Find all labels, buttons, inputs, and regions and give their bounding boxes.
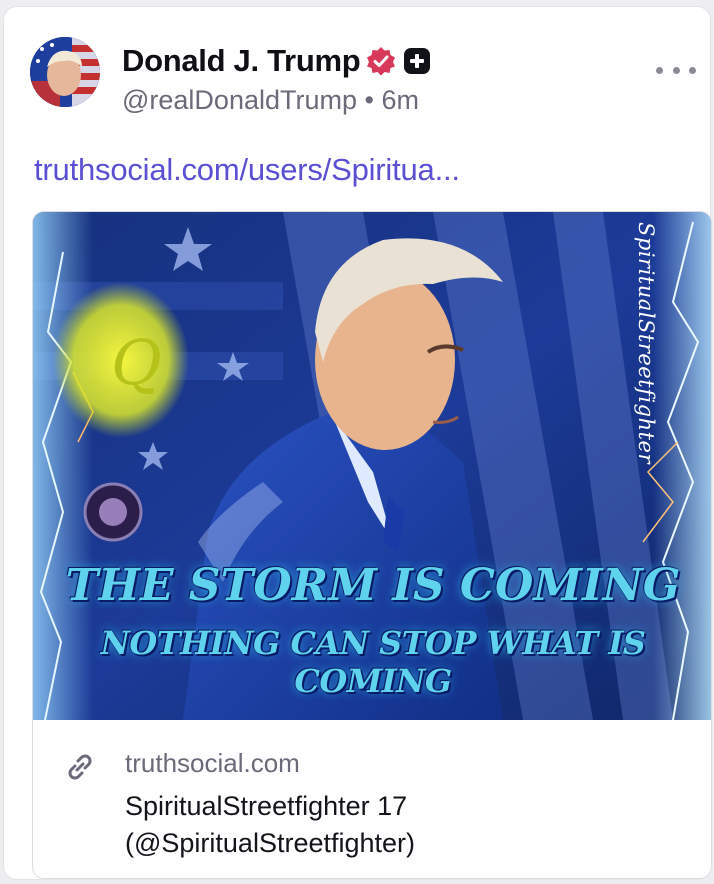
author-name[interactable]: Donald J. Trump	[122, 43, 361, 79]
preview-title: SpiritualStreetfighter 17 (@SpiritualStr…	[125, 788, 685, 862]
author-name-row[interactable]: Donald J. Trump	[122, 41, 432, 81]
post-timestamp[interactable]: 6m	[381, 85, 419, 115]
image-headline: THE STORM IS COMING	[65, 560, 681, 611]
post-link[interactable]: truthsocial.com/users/Spiritua...	[34, 152, 460, 188]
q-overlay-letter: Q	[111, 326, 162, 399]
image-subheadline: NOTHING CAN STOP WHAT IS COMING	[100, 624, 646, 700]
verified-badge-icon	[367, 47, 396, 76]
author-handle[interactable]: @realDonaldTrump	[122, 85, 357, 115]
post-card: Donald J. Trump @realDonaldTrump • 6m tr…	[3, 6, 712, 880]
meta-separator: •	[364, 85, 374, 115]
preview-domain: truthsocial.com	[125, 748, 300, 778]
preview-title-line-1: SpiritualStreetfighter 17	[125, 791, 408, 821]
preview-footer[interactable]: truthsocial.com SpiritualStreetfighter 1…	[33, 720, 711, 878]
link-icon	[68, 754, 92, 780]
author-avatar[interactable]	[30, 37, 100, 107]
image-watermark: SpiritualStreetfighter	[634, 222, 658, 465]
author-meta: @realDonaldTrump • 6m	[122, 85, 419, 116]
more-options-icon[interactable]	[656, 59, 696, 81]
preview-title-line-2: (@SpiritualStreetfighter)	[125, 828, 416, 858]
link-preview-card[interactable]: Q SpiritualStreetfighter THE STORM IS CO…	[32, 211, 712, 879]
plus-badge-icon	[404, 48, 431, 74]
